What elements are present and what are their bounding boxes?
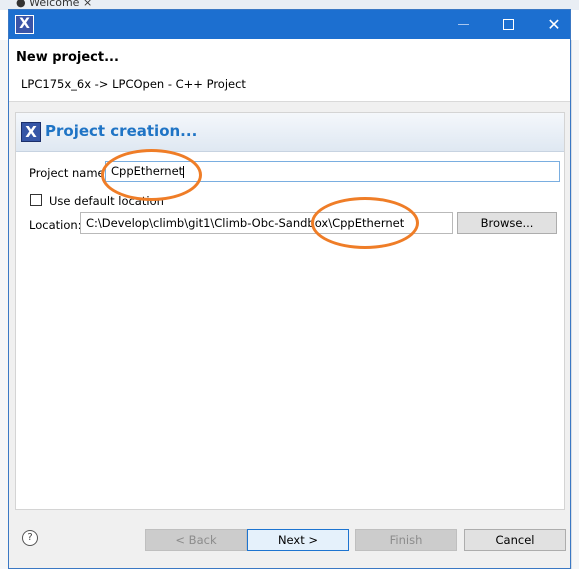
finish-button[interactable]: Finish — [355, 529, 457, 551]
background-tab-close-icon[interactable]: × — [83, 0, 92, 9]
eclipse-app-icon: X — [15, 15, 34, 34]
lpc-project-icon: X — [21, 122, 41, 142]
background-window-left — [0, 40, 8, 569]
back-button[interactable]: < Back — [145, 529, 247, 551]
title-bar: X ✕ — [9, 10, 570, 39]
annotation-circle-location — [311, 197, 419, 249]
wizard-content: X Project creation... Project name: CppE… — [15, 112, 565, 510]
close-button[interactable]: ✕ — [531, 10, 577, 39]
use-default-location-checkbox[interactable] — [30, 194, 42, 206]
annotation-circle-project-name — [101, 149, 202, 201]
wizard-subtitle: LPC175x_6x -> LPCOpen - C++ Project — [21, 77, 246, 91]
browse-button[interactable]: Browse... — [457, 212, 557, 234]
background-tab[interactable]: ● Welcome × — [16, 0, 92, 9]
section-header: X Project creation... — [16, 113, 564, 152]
close-icon: ✕ — [547, 15, 561, 34]
next-button[interactable]: Next > — [247, 529, 349, 551]
wizard-header: New project... LPC175x_6x -> LPCOpen - C… — [9, 39, 570, 102]
help-icon[interactable]: ? — [22, 530, 38, 546]
wizard-title: New project... — [16, 50, 119, 65]
section-title: Project creation... — [45, 122, 198, 140]
maximize-button[interactable] — [486, 10, 532, 39]
minimize-icon — [458, 24, 469, 25]
background-tab-label: Welcome — [29, 0, 80, 9]
maximize-icon — [503, 19, 514, 30]
project-name-label: Project name: — [29, 166, 109, 180]
background-window-right — [571, 40, 579, 569]
cancel-button[interactable]: Cancel — [464, 529, 566, 551]
minimize-button[interactable] — [441, 10, 487, 39]
location-label: Location: — [29, 218, 82, 232]
new-project-dialog: X ✕ New project... LPC175x_6x -> LPCOpen… — [8, 9, 571, 569]
